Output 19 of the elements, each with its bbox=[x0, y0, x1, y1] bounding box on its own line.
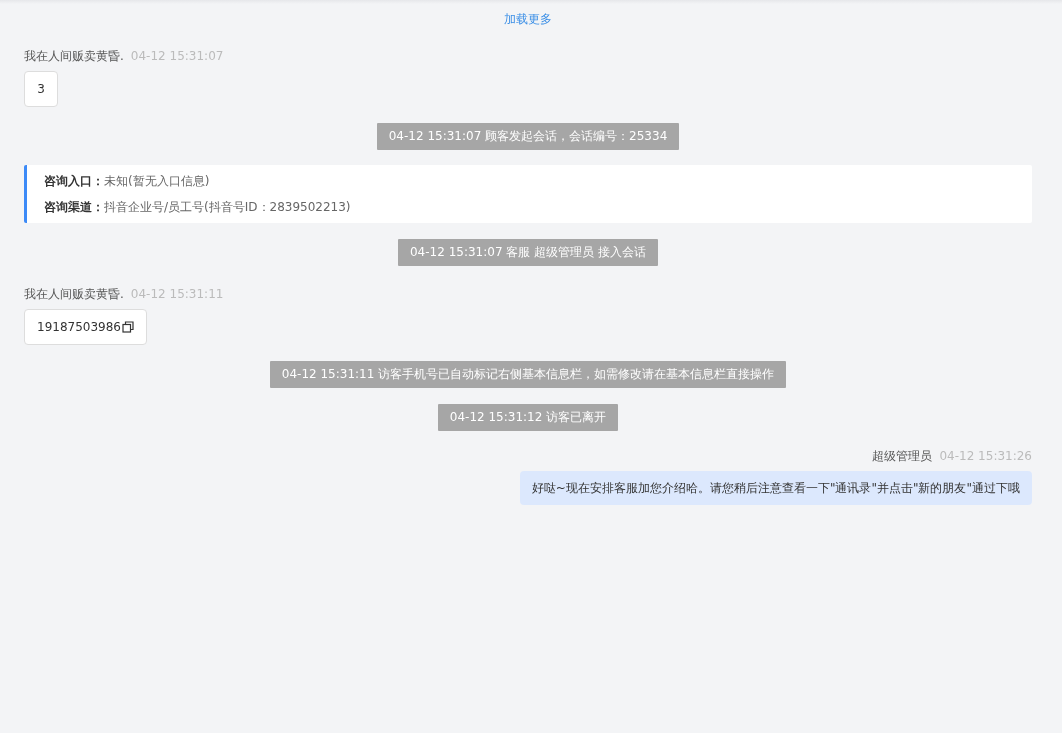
load-more-link[interactable]: 加载更多 bbox=[504, 11, 552, 28]
message-bubble: 19187503986 bbox=[24, 309, 147, 345]
system-notice: 04-12 15:31:07 顾客发起会话，会话编号：25334 bbox=[376, 123, 680, 150]
sender-name: 我在人间贩卖黄昏. bbox=[24, 48, 124, 65]
info-label: 咨询渠道： bbox=[44, 200, 104, 214]
info-value: 未知(暂无入口信息) bbox=[104, 174, 210, 188]
copy-icon[interactable] bbox=[122, 321, 134, 333]
system-notice: 04-12 15:31:11 访客手机号已自动标记右侧基本信息栏，如需修改请在基本信息栏直接操作 bbox=[269, 361, 787, 388]
message-time: 04-12 15:31:11 bbox=[130, 287, 224, 301]
system-notice: 04-12 15:31:12 访客已离开 bbox=[437, 404, 619, 431]
message-time: 04-12 15:31:26 bbox=[939, 449, 1032, 463]
message-bubble: 3 bbox=[24, 71, 58, 107]
system-notice: 04-12 15:31:07 客服 超级管理员 接入会话 bbox=[398, 239, 658, 266]
sender-name: 超级管理员 bbox=[872, 448, 933, 465]
info-value: 抖音企业号/员工号(抖音号ID：2839502213) bbox=[104, 200, 351, 214]
message-bubble: 好哒~现在安排客服加您介绍哈。请您稍后注意查看一下"通讯录"并点击"新的朋友"通过下哦 bbox=[519, 471, 1032, 505]
info-label: 咨询入口： bbox=[44, 174, 104, 188]
sender-name: 我在人间贩卖黄昏. bbox=[24, 286, 124, 303]
message-time: 04-12 15:31:07 bbox=[130, 49, 224, 63]
